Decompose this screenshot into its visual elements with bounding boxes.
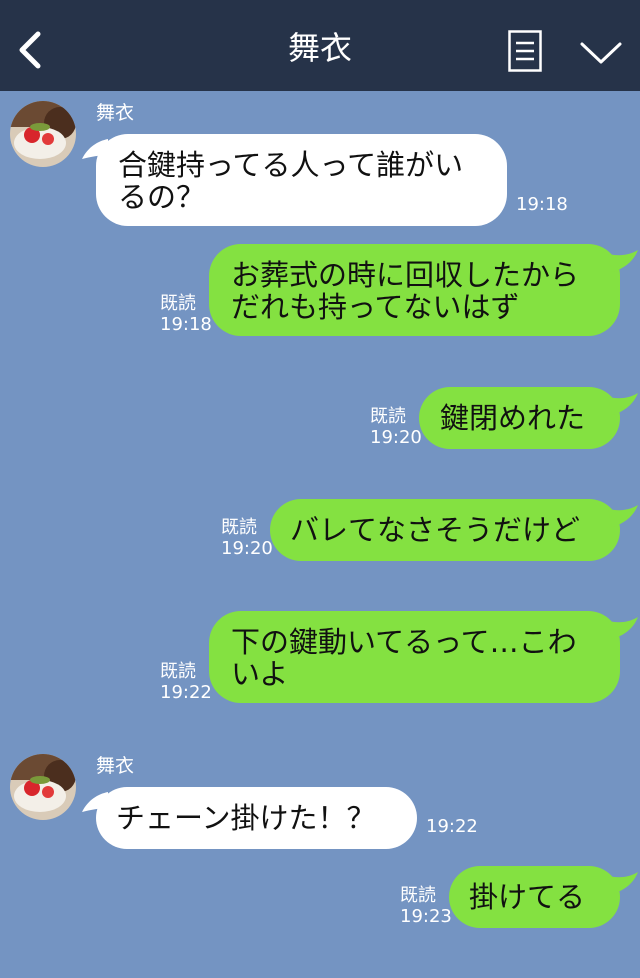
message-time: 19:22 bbox=[160, 682, 212, 703]
message-bubble-sent[interactable]: 鍵閉めれた bbox=[419, 387, 620, 449]
message-bubble-sent[interactable]: お葬式の時に回収したから だれも持ってないはず bbox=[209, 244, 620, 336]
avatar-cake-image bbox=[10, 754, 76, 820]
sender-name: 舞衣 bbox=[96, 102, 135, 124]
sender-name: 舞衣 bbox=[96, 755, 135, 777]
document-icon bbox=[508, 30, 542, 72]
bubble-tail bbox=[608, 505, 638, 527]
avatar[interactable] bbox=[10, 101, 76, 167]
notes-button[interactable] bbox=[508, 30, 542, 72]
bubble-tail bbox=[608, 617, 638, 639]
message-meta: 既読 19:22 bbox=[160, 661, 212, 703]
message-meta: 既読 19:20 bbox=[221, 517, 273, 559]
bubble-tail bbox=[608, 872, 638, 894]
read-receipt: 既読 bbox=[160, 661, 196, 682]
more-button[interactable] bbox=[578, 36, 624, 68]
read-receipt: 既読 bbox=[370, 406, 406, 427]
message-time: 19:22 bbox=[426, 816, 478, 837]
read-receipt: 既読 bbox=[400, 885, 436, 906]
read-receipt: 既読 bbox=[160, 293, 196, 314]
message-bubble-sent[interactable]: バレてなさそうだけど bbox=[270, 499, 620, 561]
message-meta: 既読 19:20 bbox=[370, 406, 422, 448]
message-time: 19:20 bbox=[370, 427, 422, 448]
message-bubble-sent[interactable]: 下の鍵動いてるって…こわ いよ bbox=[209, 611, 620, 703]
message-meta: 既読 19:18 bbox=[160, 293, 212, 335]
chevron-down-icon bbox=[580, 42, 622, 64]
message-time: 19:18 bbox=[160, 314, 212, 335]
message-time: 19:20 bbox=[221, 538, 273, 559]
bubble-tail bbox=[608, 393, 638, 415]
chat-title: 舞衣 bbox=[287, 29, 352, 67]
read-receipt: 既読 bbox=[221, 517, 257, 538]
message-bubble-sent[interactable]: 掛けてる bbox=[449, 866, 620, 928]
message-meta: 既読 19:23 bbox=[400, 885, 452, 927]
message-bubble-received[interactable]: チェーン掛けた！？ bbox=[96, 787, 417, 849]
avatar-cake-image bbox=[10, 101, 76, 167]
avatar[interactable] bbox=[10, 754, 76, 820]
message-bubble-received[interactable]: 合鍵持ってる人って誰がい るの？ bbox=[96, 134, 507, 226]
message-time: 19:23 bbox=[400, 906, 452, 927]
bubble-tail bbox=[608, 250, 638, 272]
message-time: 19:18 bbox=[516, 194, 568, 215]
chat-header: 舞衣 bbox=[0, 0, 640, 91]
